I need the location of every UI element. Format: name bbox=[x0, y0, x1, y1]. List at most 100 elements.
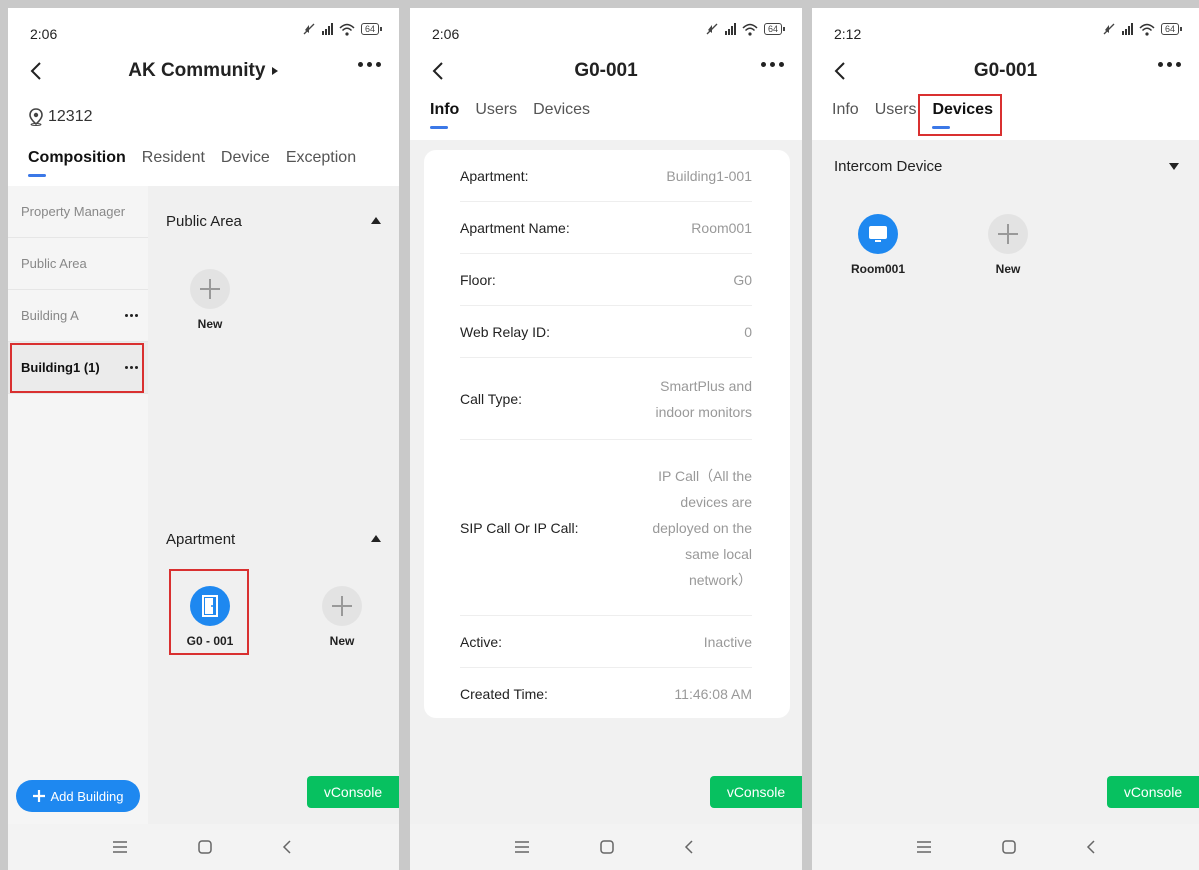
door-icon bbox=[190, 586, 230, 626]
info-row: Web Relay ID: 0 bbox=[460, 306, 752, 358]
more-icon[interactable] bbox=[125, 366, 138, 369]
sidebar-item-building-a[interactable]: Building A bbox=[8, 290, 148, 342]
info-row: Active: Inactive bbox=[460, 616, 752, 668]
status-time: 2:06 bbox=[30, 26, 58, 42]
info-row: Call Type: SmartPlus and indoor monitors bbox=[460, 358, 752, 440]
community-name: AK Community bbox=[128, 60, 266, 81]
info-row: SIP Call Or IP Call: IP Call（All the devi… bbox=[460, 440, 752, 616]
tab-exception[interactable]: Exception bbox=[286, 149, 356, 167]
home-icon[interactable] bbox=[999, 838, 1019, 856]
apartment-tabs: Info Users Devices bbox=[430, 101, 590, 129]
status-icons: 64 bbox=[302, 22, 383, 36]
screen-apartment-info: 2:06 64 G0-001 Info Users Devices Apartm… bbox=[410, 8, 802, 870]
monitor-icon bbox=[858, 214, 898, 254]
status-icons: 64 bbox=[1102, 22, 1183, 36]
wifi-icon bbox=[742, 23, 758, 36]
sidebar-item-building1[interactable]: Building1 (1) bbox=[8, 342, 148, 394]
vconsole-button[interactable]: vConsole bbox=[307, 776, 399, 808]
plus-icon bbox=[988, 214, 1028, 254]
tab-device[interactable]: Device bbox=[221, 149, 270, 167]
home-icon[interactable] bbox=[195, 838, 215, 856]
info-row: Apartment Name: Room001 bbox=[460, 202, 752, 254]
collapse-up-icon bbox=[371, 217, 381, 224]
nav-bar: G0-001 bbox=[410, 52, 802, 92]
tab-users[interactable]: Users bbox=[875, 101, 917, 119]
more-menu-icon[interactable] bbox=[358, 62, 381, 67]
public-area-new-tile[interactable]: New bbox=[180, 269, 240, 331]
apartment-tabs: Info Users Devices bbox=[832, 101, 993, 129]
tab-composition[interactable]: Composition bbox=[28, 149, 126, 177]
sidebar-item-property-manager[interactable]: Property Manager bbox=[8, 186, 148, 238]
mute-icon bbox=[706, 23, 718, 35]
screen-apartment-devices: 2:12 64 G0-001 Info Users Devices Interc… bbox=[812, 8, 1199, 870]
info-card: Apartment: Building1-001 Apartment Name: R… bbox=[424, 150, 790, 718]
signal-icon bbox=[724, 23, 736, 35]
signal-icon bbox=[321, 23, 333, 35]
system-nav-bar bbox=[410, 824, 802, 870]
composition-panel: Public Area New Apartment G0 - 001 New bbox=[148, 186, 399, 824]
plus-icon bbox=[322, 586, 362, 626]
battery-icon: 64 bbox=[360, 23, 383, 35]
nav-bar: G0-001 bbox=[812, 52, 1199, 92]
sidebar-item-public-area[interactable]: Public Area bbox=[8, 238, 148, 290]
menu-icon[interactable] bbox=[110, 838, 130, 856]
status-time: 2:06 bbox=[432, 26, 460, 42]
apartment-header[interactable]: Apartment bbox=[166, 531, 381, 548]
apartment-new-tile[interactable]: New bbox=[312, 586, 372, 648]
building-sidebar: Property Manager Public Area Building A … bbox=[8, 186, 148, 824]
vconsole-button[interactable]: vConsole bbox=[1107, 776, 1199, 808]
back-icon[interactable] bbox=[278, 838, 298, 856]
more-menu-icon[interactable] bbox=[761, 62, 784, 67]
info-row: Floor: G0 bbox=[460, 254, 752, 306]
info-row: Created Time: 11:46:08 AM bbox=[460, 686, 752, 702]
mute-icon bbox=[1103, 23, 1115, 35]
location-text: 12312 bbox=[48, 108, 93, 125]
tab-users[interactable]: Users bbox=[475, 101, 517, 119]
signal-icon bbox=[1121, 23, 1133, 35]
collapse-down-icon bbox=[1169, 163, 1179, 170]
more-icon[interactable] bbox=[125, 314, 138, 317]
status-bar: 2:06 64 bbox=[410, 8, 802, 52]
device-tile[interactable]: Room001 bbox=[848, 214, 908, 276]
plus-icon bbox=[32, 790, 45, 802]
page-title: G0-001 bbox=[574, 60, 638, 81]
page-title[interactable]: AK Community bbox=[8, 60, 399, 82]
page-title: G0-001 bbox=[973, 60, 1038, 81]
tab-devices[interactable]: Devices bbox=[932, 101, 993, 129]
tab-info[interactable]: Info bbox=[832, 101, 859, 119]
system-nav-bar bbox=[812, 824, 1199, 870]
tab-info[interactable]: Info bbox=[430, 101, 459, 129]
system-nav-bar bbox=[8, 824, 399, 870]
caret-right-icon bbox=[271, 67, 278, 75]
tile-label: G0 - 001 bbox=[186, 634, 234, 648]
device-new-tile[interactable]: New bbox=[978, 214, 1038, 276]
plus-icon bbox=[190, 269, 230, 309]
battery-icon: 64 bbox=[763, 23, 786, 35]
home-icon[interactable] bbox=[597, 838, 617, 856]
status-icons: 64 bbox=[705, 22, 786, 36]
more-menu-icon[interactable] bbox=[1158, 62, 1181, 67]
wifi-icon bbox=[1139, 23, 1155, 36]
status-bar: 2:12 64 bbox=[812, 8, 1199, 52]
menu-icon[interactable] bbox=[914, 838, 934, 856]
vconsole-button[interactable]: vConsole bbox=[710, 776, 802, 808]
tile-label: New bbox=[329, 634, 355, 648]
mute-icon bbox=[303, 23, 315, 35]
tile-label: New bbox=[197, 317, 223, 331]
public-area-header[interactable]: Public Area bbox=[166, 213, 381, 230]
tab-resident[interactable]: Resident bbox=[142, 149, 205, 167]
tab-devices[interactable]: Devices bbox=[533, 101, 590, 119]
screen-community: 2:06 64 AK Community 12312 Composition R… bbox=[8, 8, 399, 870]
tile-label: Room001 bbox=[850, 262, 906, 276]
back-icon[interactable] bbox=[1082, 838, 1102, 856]
wifi-icon bbox=[339, 23, 355, 36]
info-row: Apartment: Building1-001 bbox=[460, 150, 752, 202]
menu-icon[interactable] bbox=[512, 838, 532, 856]
collapse-up-icon bbox=[371, 535, 381, 542]
location: 12312 bbox=[28, 108, 93, 126]
intercom-device-header[interactable]: Intercom Device bbox=[834, 158, 1179, 175]
add-building-button[interactable]: Add Building bbox=[16, 780, 140, 812]
battery-icon: 64 bbox=[1160, 23, 1183, 35]
back-icon[interactable] bbox=[680, 838, 700, 856]
apartment-unit-tile[interactable]: G0 - 001 bbox=[180, 586, 240, 648]
